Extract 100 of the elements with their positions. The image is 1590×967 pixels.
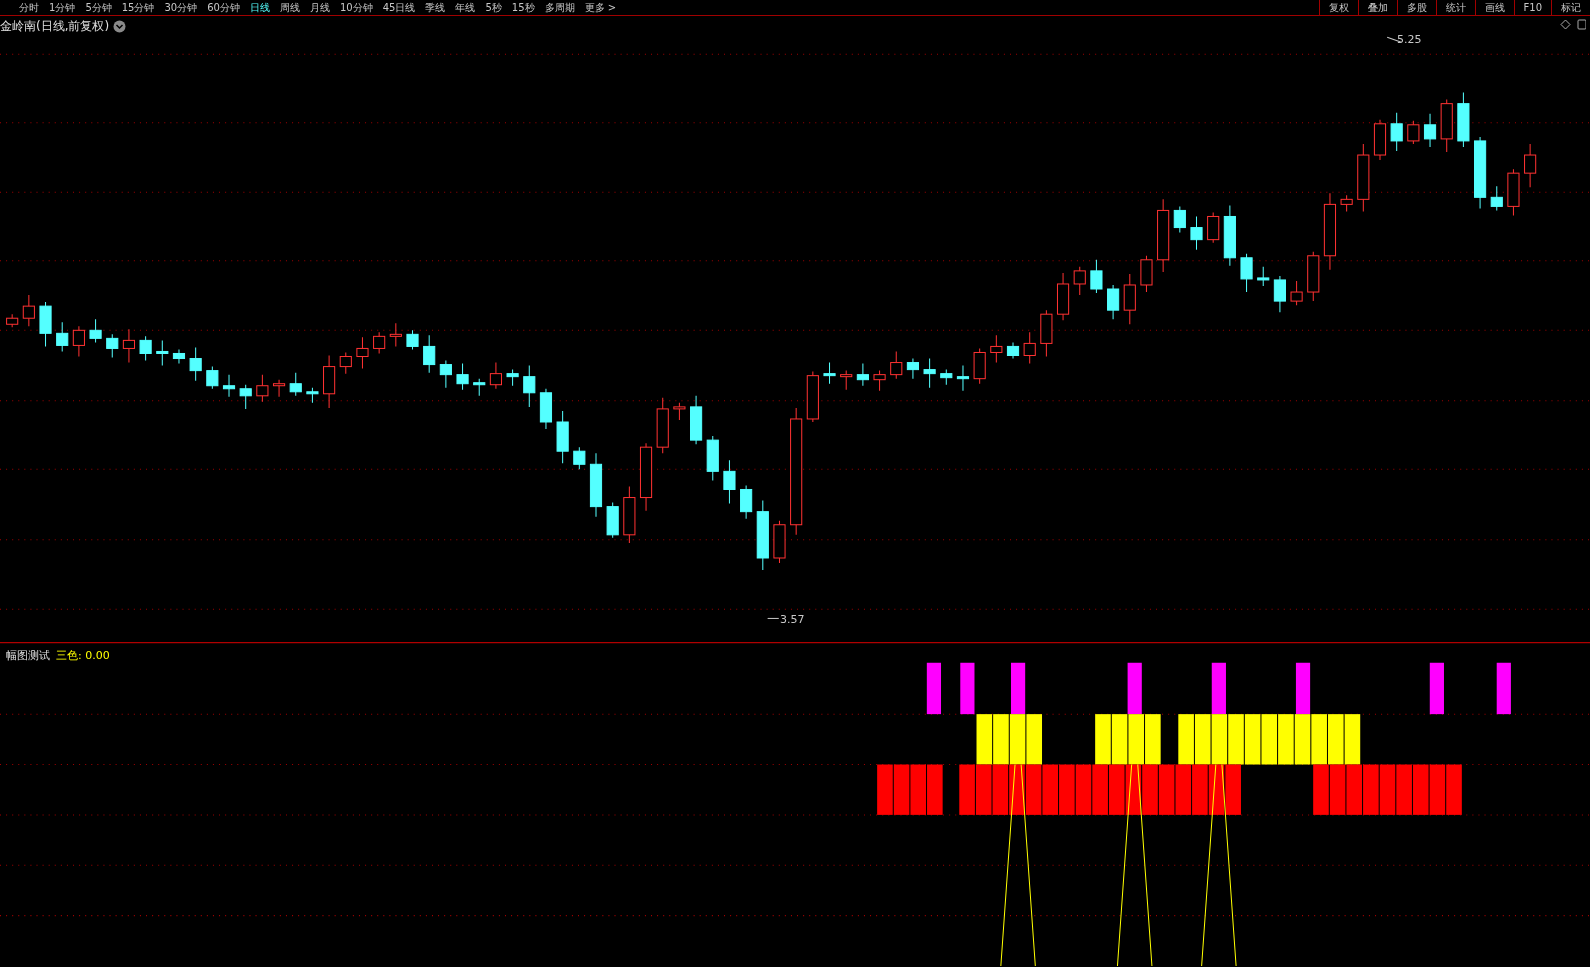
period-tab[interactable]: 周线 [274,0,305,15]
period-tab[interactable]: 5秒 [480,0,507,15]
indicator-bar [1128,714,1145,765]
candlestick [723,459,736,505]
indicator-bar [1026,714,1042,765]
period-tab[interactable]: 年线 [450,0,481,15]
indicator-bar [1211,714,1228,765]
indicator-bar [1311,714,1327,765]
diamond-icon[interactable] [1560,19,1571,30]
chevron-down-icon[interactable] [113,20,127,33]
candlestick [1307,251,1320,302]
candlestick [656,397,669,454]
candlestick [773,520,786,564]
toolbar-button[interactable]: 叠加 [1357,0,1397,15]
candlestick [639,442,653,512]
indicator-bar [1042,764,1059,815]
period-tab[interactable]: 多周期 [539,0,580,15]
candlestick [1257,266,1270,287]
candlestick [706,435,719,481]
indicator-bar [1346,764,1363,815]
indicator-bar [1412,764,1429,815]
candlestick [239,384,252,410]
candlestick [139,335,152,362]
indicator-bar [927,764,943,815]
toolbar-button[interactable]: 画线 [1474,0,1514,15]
indicator-bar [976,714,993,765]
low-marker-icon [767,617,780,619]
indicator-bar [1244,714,1261,765]
candlestick [990,334,1003,364]
indicator-bar [1225,764,1241,815]
candlestick [756,500,769,571]
toolbar-button[interactable]: 标记 [1551,0,1590,15]
indicator-bar [1059,764,1075,815]
indicator-bar [1295,662,1311,715]
candlestick [890,350,903,380]
candlestick [423,334,436,374]
indicator-bar [1294,714,1311,765]
candlestick [556,410,569,464]
candlestick [690,395,703,445]
candlestick [1524,143,1537,188]
candlestick [1006,341,1020,360]
candlestick [22,294,35,327]
period-tab[interactable]: 15秒 [506,0,540,15]
toolbar-button[interactable]: 统计 [1435,0,1475,15]
indicator-bar [1379,764,1396,815]
period-tab[interactable]: 60分钟 [202,0,245,15]
candlestick [539,388,553,430]
candlestick [673,402,686,421]
indicator-value: 三色: 0.00 [56,648,110,663]
candlestick [473,378,486,397]
candlestick [589,452,603,518]
period-tab[interactable]: 10分钟 [334,0,378,15]
period-tab[interactable]: 日线 [244,0,275,15]
indicator-bar [1327,714,1344,765]
candlestick [339,351,352,375]
period-tab[interactable]: 月线 [304,0,335,15]
candlestick [1290,280,1303,306]
candlestick [222,374,236,398]
candlestick [373,331,386,354]
indicator-bar [1363,764,1379,815]
indicator-bar [1446,764,1462,815]
candlestick [89,318,102,343]
indicator-bar [1192,764,1208,815]
period-tab[interactable]: 30分钟 [159,0,203,15]
toolbar-button[interactable]: F10 [1513,0,1551,15]
indicator-bar [1092,764,1108,815]
toolbar-button[interactable]: 复权 [1318,0,1358,15]
candlestick [1240,253,1253,293]
candlestick [256,374,269,403]
chart-title: 金岭南(日线,前复权) [0,18,110,35]
candlestick [206,366,219,390]
period-tab[interactable]: 1分钟 [44,0,81,15]
indicator-bar [1496,662,1511,715]
indicator-bar [1429,764,1446,815]
indicator-bar [1095,714,1111,765]
price-label: 3.57 [780,613,805,626]
indicator-bar [1025,764,1042,815]
period-tab[interactable]: 45日线 [377,0,421,15]
toolbar-button[interactable]: 多股 [1396,0,1436,15]
candlestick [1490,185,1503,211]
indicator-bar [992,764,1009,815]
indicator-bar [877,764,893,815]
indicator-bar [1211,662,1226,715]
indicator-bar [1228,714,1244,765]
candlestick [940,369,953,386]
period-tab[interactable]: 15分钟 [116,0,160,15]
period-tab[interactable]: 5分钟 [80,0,117,15]
candlestick [172,348,186,365]
candlestick [156,339,169,367]
indicator-bar [1194,714,1211,765]
candlestick [106,333,119,358]
candlestick [189,346,202,382]
indicator-bar [926,662,941,715]
candlestick [489,362,502,390]
period-tab[interactable]: 季线 [420,0,451,15]
indicator-bar [1175,764,1192,815]
period-tab[interactable]: 分时 [14,0,44,15]
candlestick [1390,112,1403,152]
candlestick [39,301,52,347]
period-tab[interactable]: 更多 > [579,0,622,15]
